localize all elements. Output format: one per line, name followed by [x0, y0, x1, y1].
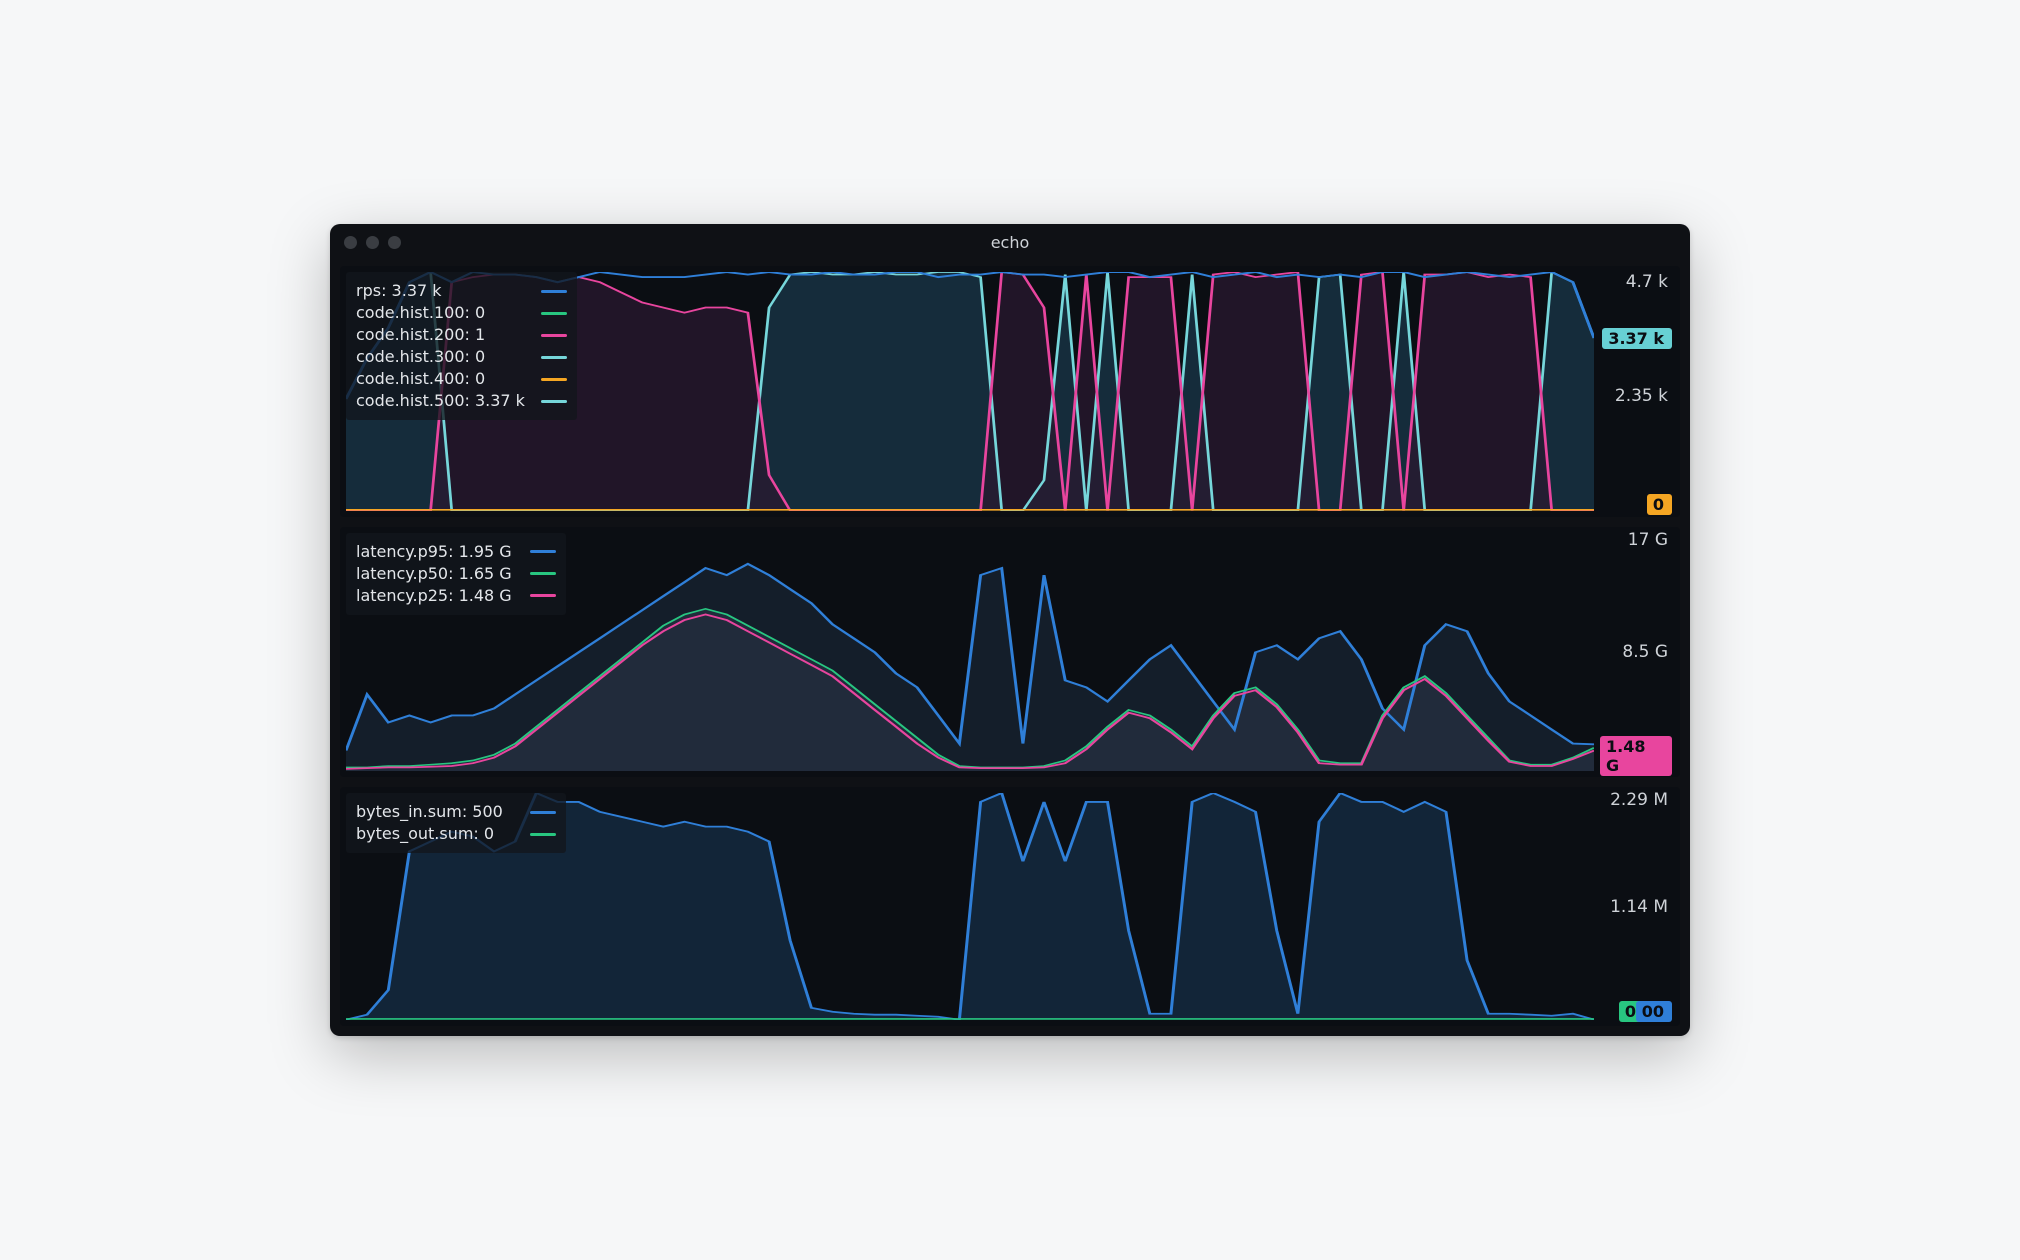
legend-label: code.hist.100: 0: [356, 302, 485, 324]
axis-tick: 2.35 k: [1615, 386, 1668, 406]
legend-label: latency.p25: 1.48 G: [356, 585, 512, 607]
legend-label: code.hist.500: 3.37 k: [356, 390, 525, 412]
legend-row: latency.p95: 1.95 G: [356, 541, 556, 563]
axis-tick: 1.14 M: [1610, 897, 1668, 917]
axis-tick: 4.7 k: [1626, 272, 1668, 292]
legend-row: latency.p25: 1.48 G: [356, 585, 556, 607]
chart-latency-axis: 17 G8.5 G01.48 G: [1600, 533, 1672, 772]
axis-tick: 8.5 G: [1622, 642, 1668, 662]
legend-label: bytes_out.sum: 0: [356, 823, 494, 845]
legend-label: latency.p50: 1.65 G: [356, 563, 512, 585]
charts-container: 4.7 k2.35 k03.37 k0 rps: 3.37 kcode.hist…: [330, 260, 1690, 1036]
legend-row: rps: 3.37 k: [356, 280, 567, 302]
titlebar[interactable]: echo: [330, 224, 1690, 260]
axis-badge: 00: [1636, 1001, 1672, 1022]
chart-rps-axis: 4.7 k2.35 k03.37 k0: [1600, 272, 1672, 511]
legend-label: latency.p95: 1.95 G: [356, 541, 512, 563]
legend-swatch: [541, 334, 567, 337]
axis-tick: 17 G: [1628, 530, 1668, 550]
chart-latency-legend: latency.p95: 1.95 Glatency.p50: 1.65 Gla…: [346, 533, 566, 615]
legend-label: code.hist.200: 1: [356, 324, 485, 346]
window-title: echo: [330, 233, 1690, 252]
legend-row: code.hist.500: 3.37 k: [356, 390, 567, 412]
legend-row: bytes_out.sum: 0: [356, 823, 556, 845]
legend-swatch: [541, 312, 567, 315]
legend-row: code.hist.300: 0: [356, 346, 567, 368]
axis-badge: 3.37 k: [1602, 328, 1672, 349]
chart-rps-legend: rps: 3.37 kcode.hist.100: 0code.hist.200…: [346, 272, 577, 420]
axis-badge: 1.48 G: [1600, 736, 1672, 776]
legend-row: code.hist.200: 1: [356, 324, 567, 346]
chart-bytes: 2.29 M1.14 M000 bytes_in.sum: 500bytes_o…: [340, 787, 1680, 1026]
legend-label: code.hist.400: 0: [356, 368, 485, 390]
legend-label: code.hist.300: 0: [356, 346, 485, 368]
legend-label: rps: 3.37 k: [356, 280, 442, 302]
legend-row: bytes_in.sum: 500: [356, 801, 556, 823]
legend-row: code.hist.400: 0: [356, 368, 567, 390]
legend-swatch: [541, 400, 567, 403]
axis-badge: 0: [1647, 494, 1672, 515]
legend-swatch: [530, 811, 556, 814]
chart-rps: 4.7 k2.35 k03.37 k0 rps: 3.37 kcode.hist…: [340, 266, 1680, 517]
legend-swatch: [541, 356, 567, 359]
legend-swatch: [530, 833, 556, 836]
legend-row: code.hist.100: 0: [356, 302, 567, 324]
chart-latency: 17 G8.5 G01.48 G latency.p95: 1.95 Glate…: [340, 527, 1680, 778]
chart-bytes-legend: bytes_in.sum: 500bytes_out.sum: 0: [346, 793, 566, 853]
legend-swatch: [541, 290, 567, 293]
app-window: echo 4.7 k2.35 k03.37 k0 rps: 3.37 kcode…: [330, 224, 1690, 1036]
legend-row: latency.p50: 1.65 G: [356, 563, 556, 585]
chart-bytes-axis: 2.29 M1.14 M000: [1600, 793, 1672, 1020]
legend-swatch: [530, 594, 556, 597]
legend-swatch: [530, 550, 556, 553]
axis-tick: 2.29 M: [1610, 790, 1668, 810]
legend-swatch: [530, 572, 556, 575]
legend-swatch: [541, 378, 567, 381]
legend-label: bytes_in.sum: 500: [356, 801, 503, 823]
